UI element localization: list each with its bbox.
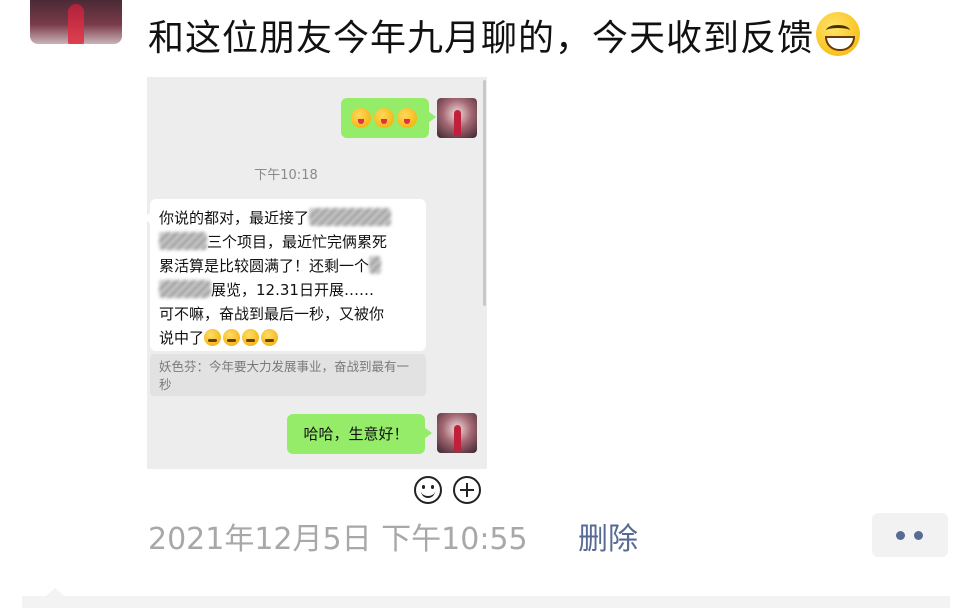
received-message-bubble: 你说的都对，最近接了 三个项目，最近忙完俩累死 累活算是比较圆满了！还剩一个 展…	[143, 199, 426, 351]
sender-avatar	[437, 98, 477, 138]
message-line: 你说的都对，最近接了	[159, 206, 392, 230]
message-line: 展览，12.31日开展……	[159, 278, 391, 302]
more-actions-button[interactable]	[872, 513, 948, 557]
chat-timestamp: 下午10:18	[254, 168, 318, 183]
sender-avatar	[437, 413, 477, 453]
message-line: 三个项目，最近忙完俩累死	[159, 230, 391, 254]
redacted-text	[369, 256, 382, 274]
laughing-face-icon	[204, 329, 222, 346]
tongue-face-icon	[351, 108, 371, 128]
tongue-face-icon	[374, 108, 394, 128]
grimace-face-icon	[242, 329, 260, 346]
screenshot-scrollbar	[483, 80, 486, 306]
delete-button[interactable]: 删除	[578, 514, 638, 558]
comment-area	[22, 588, 950, 608]
post-timestamp: 2021年12月5日 下午10:55	[148, 522, 528, 557]
post-text: 和这位朋友今年九月聊的，今天收到反馈	[148, 12, 861, 65]
grimace-face-icon	[261, 329, 279, 346]
plus-icon	[453, 476, 481, 504]
dot-icon	[914, 531, 923, 540]
tongue-face-icon	[397, 108, 417, 128]
reply-bubble: 哈哈，生意好！	[287, 414, 432, 454]
emoji-icon	[414, 476, 442, 504]
poster-avatar[interactable]	[30, 0, 122, 44]
message-line: 可不嘛，奋战到最后一秒，又被你	[159, 305, 385, 323]
grinning-face-icon	[816, 12, 861, 56]
post-text-content: 和这位朋友今年九月聊的，今天收到反馈	[148, 18, 815, 59]
redacted-text	[159, 232, 207, 250]
dot-icon	[896, 531, 905, 540]
quoted-message: 妖色芬：今年要大力发展事业，奋战到最有一秒	[150, 354, 426, 396]
laughing-face-icon	[223, 329, 241, 346]
message-line: 说中了	[159, 326, 391, 350]
redacted-text	[309, 208, 392, 226]
redacted-text	[159, 280, 211, 298]
sent-emoji-bubble	[341, 98, 436, 138]
message-line: 累活算是比较圆满了！还剩一个	[159, 254, 391, 278]
